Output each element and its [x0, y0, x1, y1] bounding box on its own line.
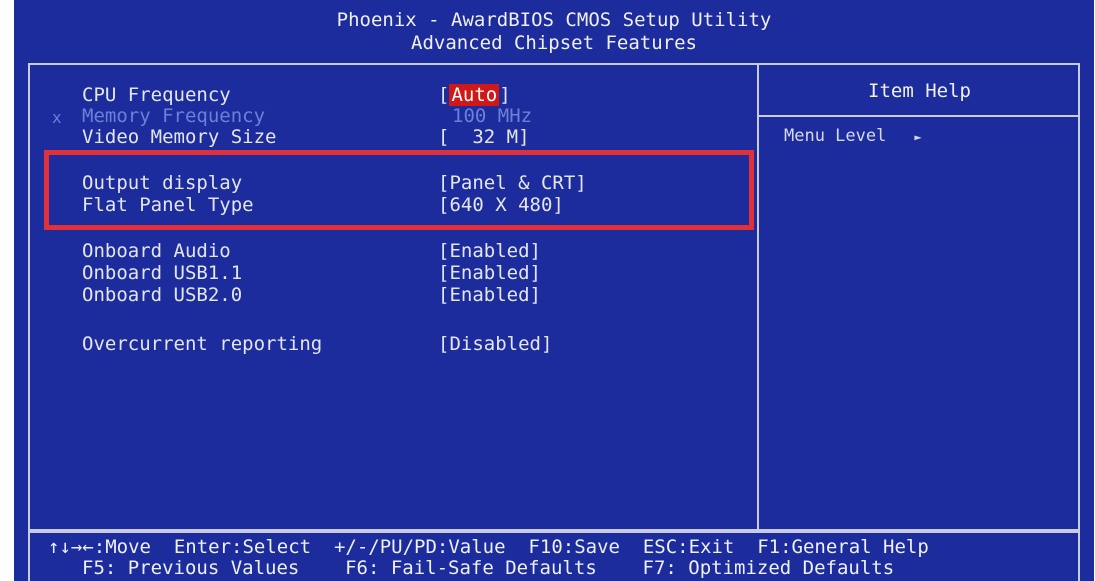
menu-level-line: Menu Level ►	[784, 126, 922, 146]
bios-header: Phoenix - AwardBIOS CMOS Setup Utility A…	[14, 0, 1094, 60]
setting-onboard-usb11-label[interactable]: Onboard USB1.1	[82, 262, 242, 284]
footer-keys-line2: F5: Previous Values F6: Fail-Safe Defaul…	[82, 557, 895, 579]
setting-overcurrent-reporting-value[interactable]: [Disabled]	[438, 333, 552, 355]
setting-memory-frequency-label: Memory Frequency	[82, 105, 266, 127]
disabled-marker: x	[52, 108, 62, 127]
selected-value[interactable]: Auto	[449, 84, 500, 106]
right-triangle-icon: ►	[914, 130, 922, 144]
setting-video-memory-size-label[interactable]: Video Memory Size	[82, 126, 276, 148]
setting-onboard-audio-label[interactable]: Onboard Audio	[82, 240, 231, 262]
bracket-open: [	[438, 84, 450, 106]
help-divider	[759, 115, 1080, 117]
footer-keys-line1: ↑↓→←:Move Enter:Select +/-/PU/PD:Value F…	[48, 536, 929, 558]
setting-memory-frequency-value: 100 MHz	[452, 105, 533, 127]
setting-cpu-frequency-label[interactable]: CPU Frequency	[82, 84, 231, 106]
bios-screen: Phoenix - AwardBIOS CMOS Setup Utility A…	[14, 0, 1094, 581]
page-title: Advanced Chipset Features	[411, 32, 697, 54]
setting-onboard-audio-value[interactable]: [Enabled]	[438, 240, 541, 262]
setting-onboard-usb11-value[interactable]: [Enabled]	[438, 262, 541, 284]
setting-onboard-usb20-value[interactable]: [Enabled]	[438, 284, 541, 306]
bracket-close: ]	[499, 84, 511, 106]
panel-divider	[757, 63, 759, 531]
setting-video-memory-size-value[interactable]: [ 32 M]	[438, 126, 530, 148]
setting-onboard-usb20-label[interactable]: Onboard USB2.0	[82, 284, 242, 306]
utility-title: Phoenix - AwardBIOS CMOS Setup Utility	[336, 9, 772, 31]
menu-level-label: Menu Level	[784, 126, 887, 146]
highlight-box	[44, 150, 754, 230]
setting-overcurrent-reporting-label[interactable]: Overcurrent reporting	[82, 333, 322, 355]
setting-cpu-frequency-value[interactable]: [Auto]	[438, 84, 511, 106]
item-help-title: Item Help	[868, 80, 971, 102]
